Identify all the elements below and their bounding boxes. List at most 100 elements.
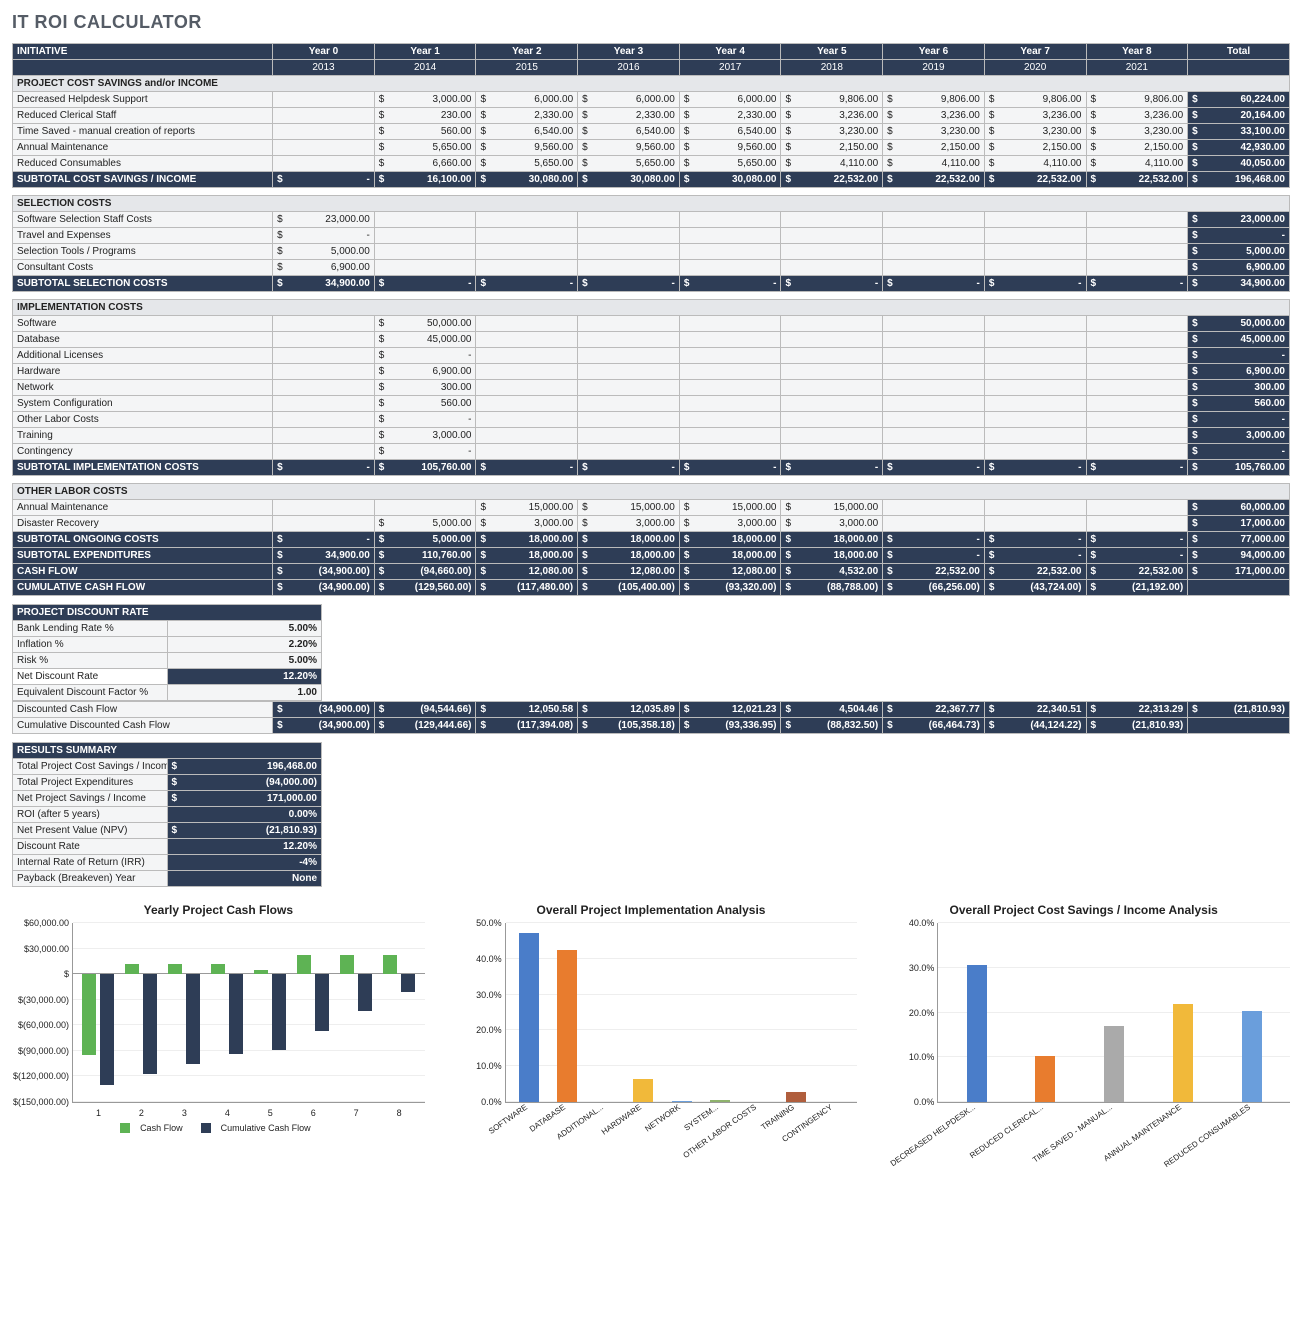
cell: [883, 332, 985, 348]
cell: [273, 156, 375, 172]
cell: $3,230.00: [781, 124, 883, 140]
year-num: 2016: [578, 60, 680, 76]
cell: [1086, 260, 1188, 276]
cell: [984, 260, 1086, 276]
bar-group: DATABASE: [548, 923, 586, 1102]
cell: [374, 260, 476, 276]
cell: $9,806.00: [984, 92, 1086, 108]
cell: $9,560.00: [679, 140, 781, 156]
cell: $3,236.00: [984, 108, 1086, 124]
xtick: REDUCED CLERICAL...: [969, 1103, 1046, 1161]
xtick: SOFTWARE: [487, 1103, 529, 1136]
bar-group: TIME SAVED - MANUAL...: [1080, 923, 1149, 1102]
ytick: 40.0%: [878, 918, 934, 928]
row-label: Disaster Recovery: [13, 516, 273, 532]
bar-group: REDUCED CONSUMABLES: [1217, 923, 1286, 1102]
cell: $230.00: [374, 108, 476, 124]
cell: [679, 428, 781, 444]
bar: [143, 974, 157, 1074]
cell: $(93,320.00): [679, 580, 781, 596]
chart-title: Overall Project Implementation Analysis: [445, 903, 858, 917]
col-year: Year 2: [476, 44, 578, 60]
ytick: $: [13, 969, 69, 979]
cell: $9,806.00: [781, 92, 883, 108]
cell: $3,000.00: [476, 516, 578, 532]
ytick: 30.0%: [446, 990, 502, 1000]
cell: $-: [1188, 444, 1290, 460]
col-year: Year 5: [781, 44, 883, 60]
cell: [984, 364, 1086, 380]
cell: [578, 348, 680, 364]
cell: [273, 92, 375, 108]
cell: $3,000.00: [374, 428, 476, 444]
xtick: 7: [354, 1108, 359, 1118]
cell: [781, 412, 883, 428]
cell: [679, 228, 781, 244]
cell: $-: [273, 172, 375, 188]
cell: $60,224.00: [1188, 92, 1290, 108]
ytick: 40.0%: [446, 954, 502, 964]
bar: [168, 964, 182, 974]
row-label: Total Project Cost Savings / Income: [13, 759, 168, 775]
row-label: Internal Rate of Return (IRR): [13, 855, 168, 871]
cell: [883, 380, 985, 396]
cell: [578, 228, 680, 244]
row-label: Software Selection Staff Costs: [13, 212, 273, 228]
section-header: IMPLEMENTATION COSTS: [13, 300, 1290, 316]
cell: $50,000.00: [374, 316, 476, 332]
cell: $(94,000.00): [167, 775, 322, 791]
cell: [679, 332, 781, 348]
cell: [476, 316, 578, 332]
cell: [476, 396, 578, 412]
cell: $6,900.00: [374, 364, 476, 380]
cell: [883, 364, 985, 380]
cell: [1086, 380, 1188, 396]
cell: $-: [883, 532, 985, 548]
bar: [519, 933, 539, 1102]
cell: $-: [1188, 228, 1290, 244]
cell: $5,650.00: [578, 156, 680, 172]
cell: $22,532.00: [1086, 564, 1188, 580]
cell: [1086, 428, 1188, 444]
xtick: OTHER LABOR COSTS: [681, 1103, 758, 1160]
cell: [273, 516, 375, 532]
cell: [984, 228, 1086, 244]
cell: [1086, 516, 1188, 532]
cell: 5.00%: [167, 653, 322, 669]
bar: [383, 955, 397, 974]
cell: $6,000.00: [476, 92, 578, 108]
cell: $-: [374, 444, 476, 460]
cell: $110,760.00: [374, 548, 476, 564]
cell: $3,236.00: [883, 108, 985, 124]
cell: 0.00%: [167, 807, 322, 823]
bar-group: 2: [120, 923, 163, 1102]
cell: [578, 332, 680, 348]
cell: $23,000.00: [1188, 212, 1290, 228]
row-label: Risk %: [13, 653, 168, 669]
cell: $5,000.00: [374, 532, 476, 548]
cell: [984, 244, 1086, 260]
row-label: Contingency: [13, 444, 273, 460]
cell: $15,000.00: [679, 500, 781, 516]
cell: $6,540.00: [578, 124, 680, 140]
cell: $-: [1086, 548, 1188, 564]
ytick: $60,000.00: [13, 918, 69, 928]
bar: [100, 974, 114, 1084]
section-header: PROJECT DISCOUNT RATE: [13, 605, 322, 621]
year-num: 2021: [1086, 60, 1188, 76]
year-num: 2020: [984, 60, 1086, 76]
cell: $23,000.00: [273, 212, 375, 228]
cell: $(21,810.93): [1086, 718, 1188, 734]
bar: [229, 974, 243, 1054]
cell: $-: [781, 276, 883, 292]
cell: 5.00%: [167, 621, 322, 637]
row-label: Net Discount Rate: [13, 669, 168, 685]
bar: [211, 964, 225, 974]
row-label: Annual Maintenance: [13, 500, 273, 516]
cell: $(34,900.00): [273, 702, 375, 718]
cell: $105,760.00: [374, 460, 476, 476]
row-label: Selection Tools / Programs: [13, 244, 273, 260]
row-label: Discount Rate: [13, 839, 168, 855]
chart-area: 0.0%10.0%20.0%30.0%40.0%50.0%SOFTWAREDAT…: [505, 923, 858, 1103]
ytick: $(90,000.00): [13, 1046, 69, 1056]
